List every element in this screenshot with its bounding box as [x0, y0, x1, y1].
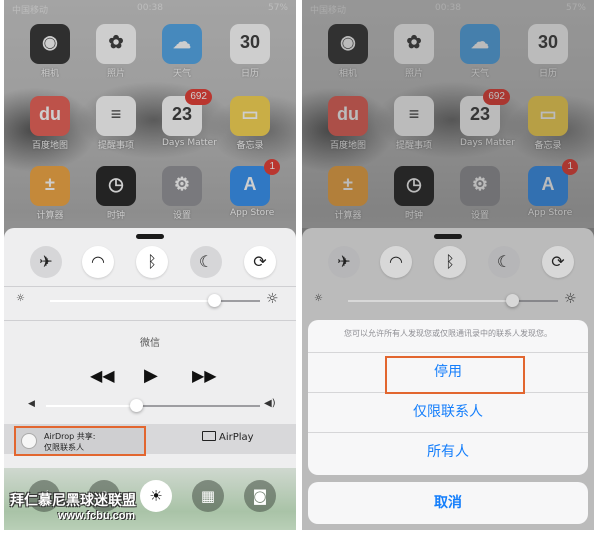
do-not-disturb-toggle[interactable]: ☾ — [190, 246, 222, 278]
airdrop-title: AirDrop 共享: — [44, 432, 96, 441]
wifi-icon: ◠ — [91, 252, 105, 271]
airplane-mode-toggle[interactable]: ✈ — [30, 246, 62, 278]
airdrop-button[interactable]: AirDrop 共享: 仅限联系人 — [14, 426, 146, 456]
toggle-row: ✈ ◠ ᛒ ☾ ⟳ — [4, 246, 296, 280]
brightness-fill — [50, 300, 214, 302]
camera-button[interactable]: ◙ — [244, 480, 276, 512]
brightness-high-icon: ☼ — [266, 291, 279, 307]
previous-track-icon[interactable]: ◀◀ — [90, 366, 115, 385]
brightness-low-icon: ☼ — [16, 293, 25, 304]
wifi-toggle[interactable]: ◠ — [82, 246, 114, 278]
airplay-label: AirPlay — [219, 432, 254, 443]
calculator-button[interactable]: ▦ — [192, 480, 224, 512]
play-icon[interactable]: ▶ — [144, 365, 158, 386]
bluetooth-toggle[interactable]: ᛒ — [136, 246, 168, 278]
rotation-lock-toggle[interactable]: ⟳ — [244, 246, 276, 278]
brightness-knob[interactable] — [208, 294, 221, 307]
grabber-handle[interactable] — [136, 234, 164, 239]
calculator-icon: ▦ — [200, 487, 216, 505]
volume-slider[interactable]: ◀ ◀) — [4, 397, 296, 415]
volume-knob[interactable] — [130, 399, 143, 412]
highlight-annotation — [385, 356, 525, 394]
next-track-icon[interactable]: ▶▶ — [192, 366, 217, 385]
volume-fill — [46, 405, 136, 407]
airplay-icon — [202, 431, 216, 441]
volume-high-icon: ◀) — [264, 398, 276, 409]
camera-icon: ◙ — [252, 487, 268, 505]
bluetooth-icon: ᛒ — [147, 252, 157, 271]
airdrop-airplay-row: AirDrop 共享: 仅限联系人 AirPlay — [4, 424, 296, 456]
now-playing-title: 微信 — [140, 338, 160, 349]
airdrop-status: 仅限联系人 — [44, 443, 84, 452]
option-everyone[interactable]: 所有人 — [308, 432, 588, 470]
cancel-button[interactable]: 取消 — [308, 482, 588, 524]
sheet-message: 您可以允许所有人发现您或仅限通讯录中的联系人发现您。 — [344, 329, 552, 338]
divider — [4, 286, 296, 287]
airplay-button[interactable]: AirPlay — [202, 431, 254, 443]
left-screenshot: 中国移动 00:38 57% ◉ 相机 ✿ 照片 ☁ 天气 30 日历 du 百度地图 ≡ 提醒事项 2… — [4, 0, 296, 530]
night-shift-button[interactable]: ☀ — [140, 480, 172, 512]
divider — [4, 320, 296, 321]
night-shift-icon: ☀ — [149, 487, 163, 505]
airplane-icon: ✈ — [39, 252, 53, 271]
volume-low-icon: ◀ — [28, 399, 35, 409]
watermark-url: www.fcbu.com — [58, 510, 136, 522]
brightness-slider[interactable]: ☼ ☼ — [4, 291, 296, 310]
rotation-lock-icon: ⟳ — [253, 252, 267, 271]
right-screenshot: 中国移动 00:38 57% ◉ 相机 ✿ 照片 ☁ 天气 30 日历 du 百度地图 ≡ 提醒事项 2… — [302, 0, 594, 530]
moon-icon: ☾ — [198, 252, 214, 271]
airdrop-icon — [21, 433, 37, 449]
control-center: ✈ ◠ ᛒ ☾ ⟳ ☼ ☼ 微信 ◀◀ ▶ ▶▶ ◀ ◀) AirDrop 共享: 仅限… — [4, 228, 296, 530]
watermark-text: 拜仁慕尼黑球迷联盟 — [10, 493, 136, 509]
option-contacts-only[interactable]: 仅限联系人 — [308, 392, 588, 430]
airdrop-action-sheet: 您可以允许所有人发现您或仅限通讯录中的联系人发现您。 停用 仅限联系人 所有人 — [308, 320, 588, 475]
